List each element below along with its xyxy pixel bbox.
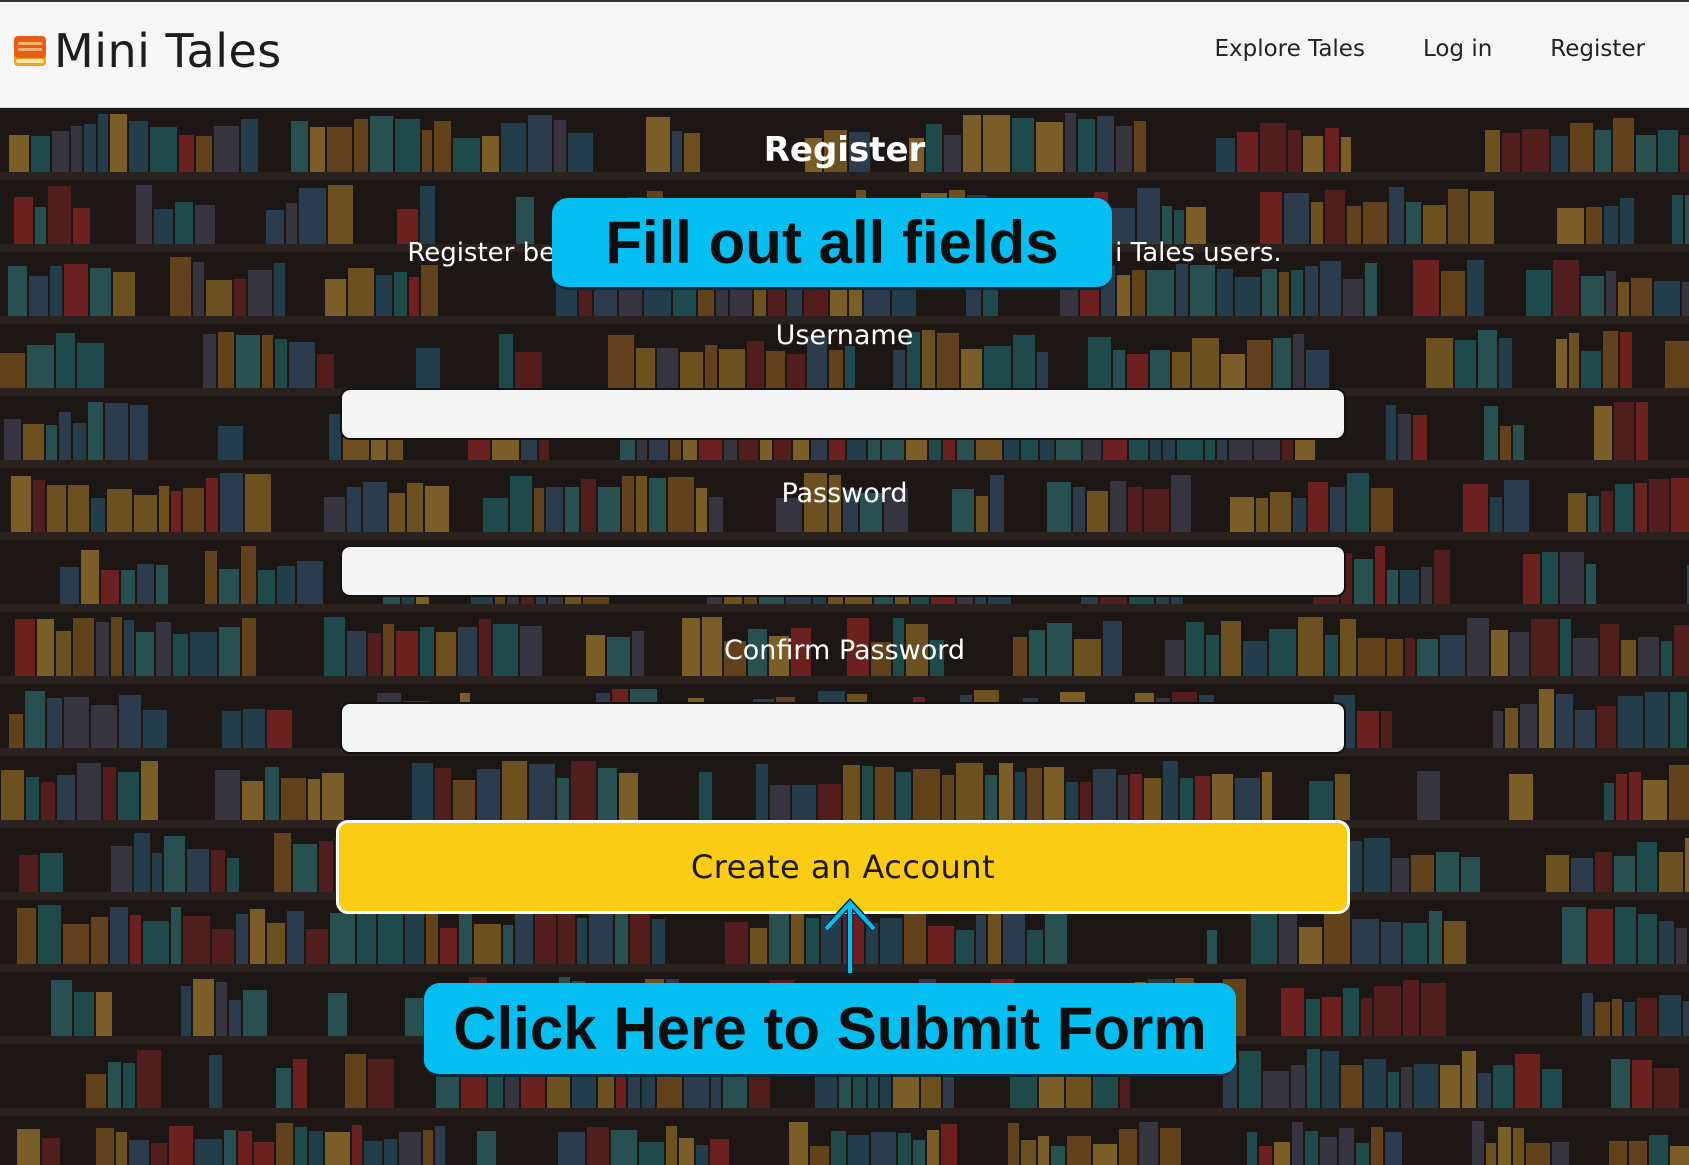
brand-name: Mini Tales — [54, 24, 282, 78]
nav-explore-tales[interactable]: Explore Tales — [1214, 36, 1364, 62]
form-title: Register — [763, 130, 926, 170]
page: Mini Tales Explore Tales Log in Register… — [0, 0, 1689, 1165]
navbar: Mini Tales Explore Tales Log in Register — [0, 0, 1689, 108]
brand[interactable]: Mini Tales — [12, 20, 282, 82]
nav-log-in[interactable]: Log in — [1423, 36, 1492, 62]
username-label: Username — [775, 320, 914, 351]
up-arrow-icon — [823, 897, 877, 973]
confirm-password-input[interactable] — [340, 702, 1346, 754]
form-description-right: i Tales users. — [1115, 238, 1282, 268]
form-description-left: Register be — [407, 238, 556, 268]
username-input[interactable] — [340, 388, 1346, 440]
book-icon — [12, 33, 48, 69]
main-nav: Explore Tales Log in Register — [1214, 36, 1645, 62]
password-input[interactable] — [340, 545, 1346, 597]
submit-hint-callout: Click Here to Submit Form — [424, 983, 1236, 1077]
password-label: Password — [781, 478, 908, 509]
confirm-password-label: Confirm Password — [723, 635, 966, 666]
fill-fields-callout: Fill out all fields — [552, 198, 1112, 290]
nav-register[interactable]: Register — [1550, 36, 1645, 62]
